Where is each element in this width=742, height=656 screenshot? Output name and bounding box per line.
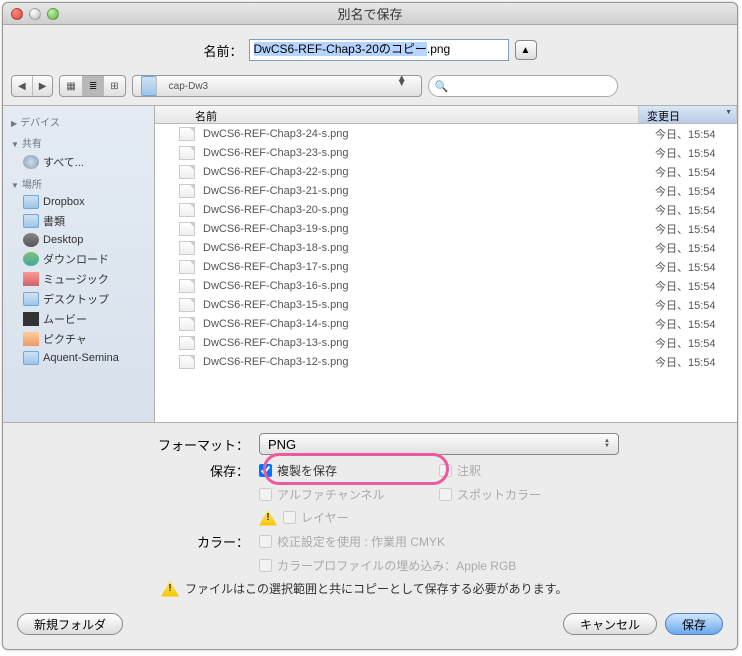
spotcolor-checkbox: スポットカラー xyxy=(439,486,619,503)
sidebar-item[interactable]: ムービー xyxy=(3,309,154,329)
file-icon xyxy=(179,146,195,160)
search-icon: 🔍 xyxy=(435,80,449,93)
file-icon xyxy=(179,184,195,198)
save-dialog: 別名で保存 名前： DwCS6-REF-Chap3-20のコピー.png ▲ ◀… xyxy=(2,2,738,650)
folder-icon xyxy=(23,351,39,365)
folder-icon xyxy=(23,214,39,228)
proof-color-checkbox: 校正設定を使用 : 作業用 CMYK xyxy=(259,533,445,550)
search-input[interactable] xyxy=(452,80,610,92)
updown-icon: ▲▼ xyxy=(604,439,610,449)
sidebar-group[interactable]: 場所 xyxy=(3,172,154,193)
save-label: 保存： xyxy=(19,461,259,480)
color-label: カラー： xyxy=(19,532,259,551)
sidebar-item[interactable]: ミュージック xyxy=(3,269,154,289)
file-icon xyxy=(179,355,195,369)
file-row[interactable]: DwCS6-REF-Chap3-14-s.png今日、15:54 xyxy=(155,314,737,333)
file-row[interactable]: DwCS6-REF-Chap3-18-s.png今日、15:54 xyxy=(155,238,737,257)
warning-icon: ! xyxy=(259,510,277,526)
down-icon xyxy=(23,252,39,266)
file-icon xyxy=(179,222,195,236)
file-icon xyxy=(179,127,195,141)
annotations-checkbox: 注釈 xyxy=(439,462,619,479)
desktop-icon xyxy=(23,233,39,247)
path-selector[interactable]: cap-Dw3 ▲▼ xyxy=(132,75,422,97)
file-icon xyxy=(179,279,195,293)
nav-back-forward[interactable]: ◀▶ xyxy=(11,75,53,97)
file-row[interactable]: DwCS6-REF-Chap3-16-s.png今日、15:54 xyxy=(155,276,737,295)
file-icon xyxy=(179,298,195,312)
globe-icon xyxy=(23,155,39,169)
embed-profile-checkbox: カラープロファイルの埋め込み：Apple RGB xyxy=(259,557,516,574)
filename-input[interactable]: DwCS6-REF-Chap3-20のコピー.png xyxy=(249,39,509,61)
music-icon xyxy=(23,272,39,286)
new-folder-button[interactable]: 新規フォルダ xyxy=(17,613,123,635)
sidebar-item[interactable]: ダウンロード xyxy=(3,249,154,269)
folder-icon xyxy=(23,195,39,209)
file-icon xyxy=(179,317,195,331)
sidebar-item[interactable]: Dropbox xyxy=(3,193,154,211)
file-row[interactable]: DwCS6-REF-Chap3-19-s.png今日、15:54 xyxy=(155,219,737,238)
format-select[interactable]: PNG ▲▼ xyxy=(259,433,619,455)
layers-checkbox: レイヤー xyxy=(283,509,349,526)
search-field[interactable]: 🔍 xyxy=(428,75,618,97)
sidebar-item[interactable]: Desktop xyxy=(3,231,154,249)
folder-icon xyxy=(23,292,39,306)
file-row[interactable]: DwCS6-REF-Chap3-17-s.png今日、15:54 xyxy=(155,257,737,276)
file-row[interactable]: DwCS6-REF-Chap3-22-s.png今日、15:54 xyxy=(155,162,737,181)
file-row[interactable]: DwCS6-REF-Chap3-21-s.png今日、15:54 xyxy=(155,181,737,200)
sidebar-item[interactable]: Aquent-Semina xyxy=(3,349,154,367)
file-icon xyxy=(179,203,195,217)
sidebar: デバイス共有すべて...場所Dropbox書類Desktopダウンロードミュージ… xyxy=(3,106,155,422)
window-title: 別名で保存 xyxy=(3,4,737,23)
warning-icon: ! xyxy=(161,581,179,597)
format-label: フォーマット： xyxy=(19,435,259,454)
sidebar-item[interactable]: ピクチャ xyxy=(3,329,154,349)
file-row[interactable]: DwCS6-REF-Chap3-24-s.png今日、15:54 xyxy=(155,124,737,143)
save-button[interactable]: 保存 xyxy=(665,613,723,635)
column-date[interactable]: 変更日 xyxy=(639,106,737,123)
save-copy-checkbox[interactable]: 複製を保存 xyxy=(259,462,439,479)
file-row[interactable]: DwCS6-REF-Chap3-20-s.png今日、15:54 xyxy=(155,200,737,219)
file-icon xyxy=(179,260,195,274)
file-icon xyxy=(179,165,195,179)
sidebar-item[interactable]: 書類 xyxy=(3,211,154,231)
file-row[interactable]: DwCS6-REF-Chap3-12-s.png今日、15:54 xyxy=(155,352,737,371)
alpha-checkbox: アルファチャンネル xyxy=(259,486,439,503)
updown-icon: ▲▼ xyxy=(391,76,413,96)
cancel-button[interactable]: キャンセル xyxy=(563,613,657,635)
file-icon xyxy=(179,241,195,255)
titlebar: 別名で保存 xyxy=(3,3,737,25)
collapse-toggle-button[interactable]: ▲ xyxy=(515,40,537,60)
filename-label: 名前： xyxy=(203,41,242,60)
pic-icon xyxy=(23,332,39,346)
sidebar-item[interactable]: デスクトップ xyxy=(3,289,154,309)
file-row[interactable]: DwCS6-REF-Chap3-23-s.png今日、15:54 xyxy=(155,143,737,162)
options-panel: フォーマット： PNG ▲▼ 保存： 複製を保存 注釈 アルファチャンネル スポ… xyxy=(3,423,737,605)
warning-text: ファイルはこの選択範囲と共にコピーとして保存する必要があります。 xyxy=(185,580,567,597)
file-list[interactable]: DwCS6-REF-Chap3-24-s.png今日、15:54DwCS6-RE… xyxy=(155,124,737,422)
view-mode-switch[interactable]: ▦≣⊞ xyxy=(59,75,125,97)
sidebar-group[interactable]: 共有 xyxy=(3,131,154,152)
file-icon xyxy=(179,336,195,350)
sidebar-item[interactable]: すべて... xyxy=(3,152,154,172)
file-row[interactable]: DwCS6-REF-Chap3-15-s.png今日、15:54 xyxy=(155,295,737,314)
column-name[interactable]: 名前 xyxy=(155,106,639,123)
sidebar-group[interactable]: デバイス xyxy=(3,110,154,131)
movie-icon xyxy=(23,312,39,326)
folder-icon xyxy=(141,76,157,96)
file-row[interactable]: DwCS6-REF-Chap3-13-s.png今日、15:54 xyxy=(155,333,737,352)
column-header: 名前 変更日 xyxy=(155,106,737,124)
